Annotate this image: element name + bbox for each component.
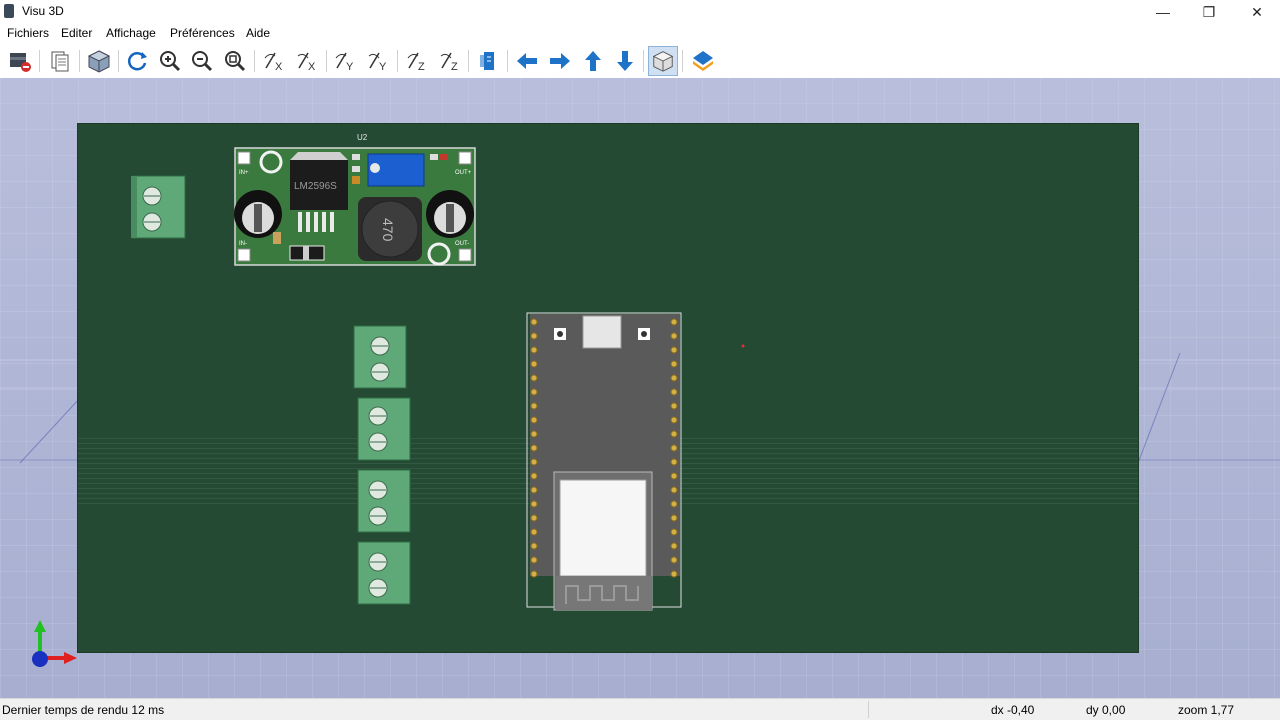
chip-label: LM2596S xyxy=(294,181,337,192)
zoom-out-icon xyxy=(192,51,213,72)
rotate-z-button[interactable]: Z xyxy=(402,46,432,76)
axis-gizmo xyxy=(32,620,77,667)
move-right-button[interactable] xyxy=(545,46,575,76)
arrow-right-icon xyxy=(550,53,570,69)
lm2596-module[interactable]: LM2596S 470 IN+ IN- OUT+ OUT- xyxy=(234,147,476,266)
copy-icon xyxy=(51,51,69,72)
rotate-x-rev-icon: X xyxy=(297,52,316,73)
maximize-button[interactable]: ❐ xyxy=(1186,0,1232,24)
layers-icon xyxy=(693,51,713,71)
rotate-y-button[interactable]: Y xyxy=(330,46,360,76)
rotate-z-icon: Z xyxy=(407,52,425,73)
svg-text:X: X xyxy=(308,61,316,73)
menu-bar: Fichiers Editer Affichage Préférences Ai… xyxy=(0,24,1280,44)
toolbar: X X Y Y Z Z xyxy=(0,44,1280,79)
layers-button[interactable] xyxy=(688,46,718,76)
app-icon xyxy=(4,4,14,18)
3d-viewport[interactable]: U2 LM2596S 470 IN+ IN- OUT+ OUT- xyxy=(0,78,1280,698)
origin-marker xyxy=(741,344,745,348)
terminal-block-j3[interactable] xyxy=(357,397,411,461)
refresh-icon xyxy=(127,52,147,71)
rotate-y-rev-icon: Y xyxy=(368,52,387,73)
refresh-button[interactable] xyxy=(122,46,152,76)
inductor-label: 470 xyxy=(380,218,396,242)
zoom-out-button[interactable] xyxy=(187,46,217,76)
zoom-in-icon xyxy=(160,51,181,72)
esp32-module[interactable] xyxy=(526,312,682,611)
svg-text:Z: Z xyxy=(451,61,458,73)
svg-text:Y: Y xyxy=(346,61,354,73)
terminal-block-j5[interactable] xyxy=(357,541,411,605)
copy-button[interactable] xyxy=(45,46,75,76)
arrow-down-icon xyxy=(617,51,633,71)
arrow-up-icon xyxy=(585,51,601,71)
orthographic-button[interactable] xyxy=(648,46,678,76)
window-title: Visu 3D xyxy=(22,4,64,18)
minimize-button[interactable]: — xyxy=(1140,0,1186,24)
dy-readout: dy 0,00 xyxy=(1086,703,1126,717)
terminal-block-j2[interactable] xyxy=(353,325,407,389)
zoom-fit-icon xyxy=(225,51,246,72)
svg-text:Z: Z xyxy=(418,61,425,73)
rotate-x-icon: X xyxy=(264,52,283,73)
exit-icon xyxy=(10,53,31,72)
flip-board-icon xyxy=(480,52,494,70)
3d-view-icon xyxy=(87,50,111,73)
svg-text:X: X xyxy=(275,61,283,73)
render-time: Dernier temps de rendu 12 ms xyxy=(2,703,165,717)
rotate-x-button[interactable]: X xyxy=(259,46,289,76)
menu-preferences[interactable]: Préférences xyxy=(170,26,235,40)
move-left-button[interactable] xyxy=(512,46,542,76)
menu-editer[interactable]: Editer xyxy=(61,26,92,40)
pad-in-plus: IN+ xyxy=(239,170,249,176)
3d-view-button[interactable] xyxy=(84,46,114,76)
rotate-x-rev-button[interactable]: X xyxy=(292,46,322,76)
pad-out-plus: OUT+ xyxy=(455,170,472,176)
module-ref-label: U2 xyxy=(357,133,368,142)
status-bar: Dernier temps de rendu 12 ms dx -0,40 dy… xyxy=(0,698,1280,720)
dx-readout: dx -0,40 xyxy=(991,703,1035,717)
move-down-button[interactable] xyxy=(610,46,640,76)
menu-fichiers[interactable]: Fichiers xyxy=(7,26,49,40)
board-components: U2 LM2596S 470 IN+ IN- OUT+ OUT- xyxy=(131,133,745,611)
menu-aide[interactable]: Aide xyxy=(246,26,270,40)
svg-text:Y: Y xyxy=(379,61,387,73)
arrow-left-icon xyxy=(517,53,537,69)
menu-affichage[interactable]: Affichage xyxy=(106,26,156,40)
title-bar: Visu 3D — ❐ ✕ xyxy=(0,0,1280,24)
orthographic-icon xyxy=(652,51,674,72)
flip-board-button[interactable] xyxy=(473,46,503,76)
move-up-button[interactable] xyxy=(578,46,608,76)
close-button[interactable]: ✕ xyxy=(1234,0,1280,24)
rotate-z-rev-icon: Z xyxy=(440,52,458,73)
exit-button[interactable] xyxy=(5,46,35,76)
rotate-y-icon: Y xyxy=(335,52,354,73)
pcb-board[interactable]: U2 LM2596S 470 IN+ IN- OUT+ OUT- xyxy=(78,124,1138,652)
terminal-block-j4[interactable] xyxy=(357,469,411,533)
zoom-in-button[interactable] xyxy=(155,46,185,76)
pad-out-minus: OUT- xyxy=(455,241,469,247)
zoom-readout: zoom 1,77 xyxy=(1178,703,1235,717)
rotate-y-rev-button[interactable]: Y xyxy=(363,46,393,76)
terminal-block-j1[interactable] xyxy=(131,175,186,239)
zoom-fit-button[interactable] xyxy=(220,46,250,76)
rotate-z-rev-button[interactable]: Z xyxy=(435,46,465,76)
pad-in-minus: IN- xyxy=(239,241,247,247)
